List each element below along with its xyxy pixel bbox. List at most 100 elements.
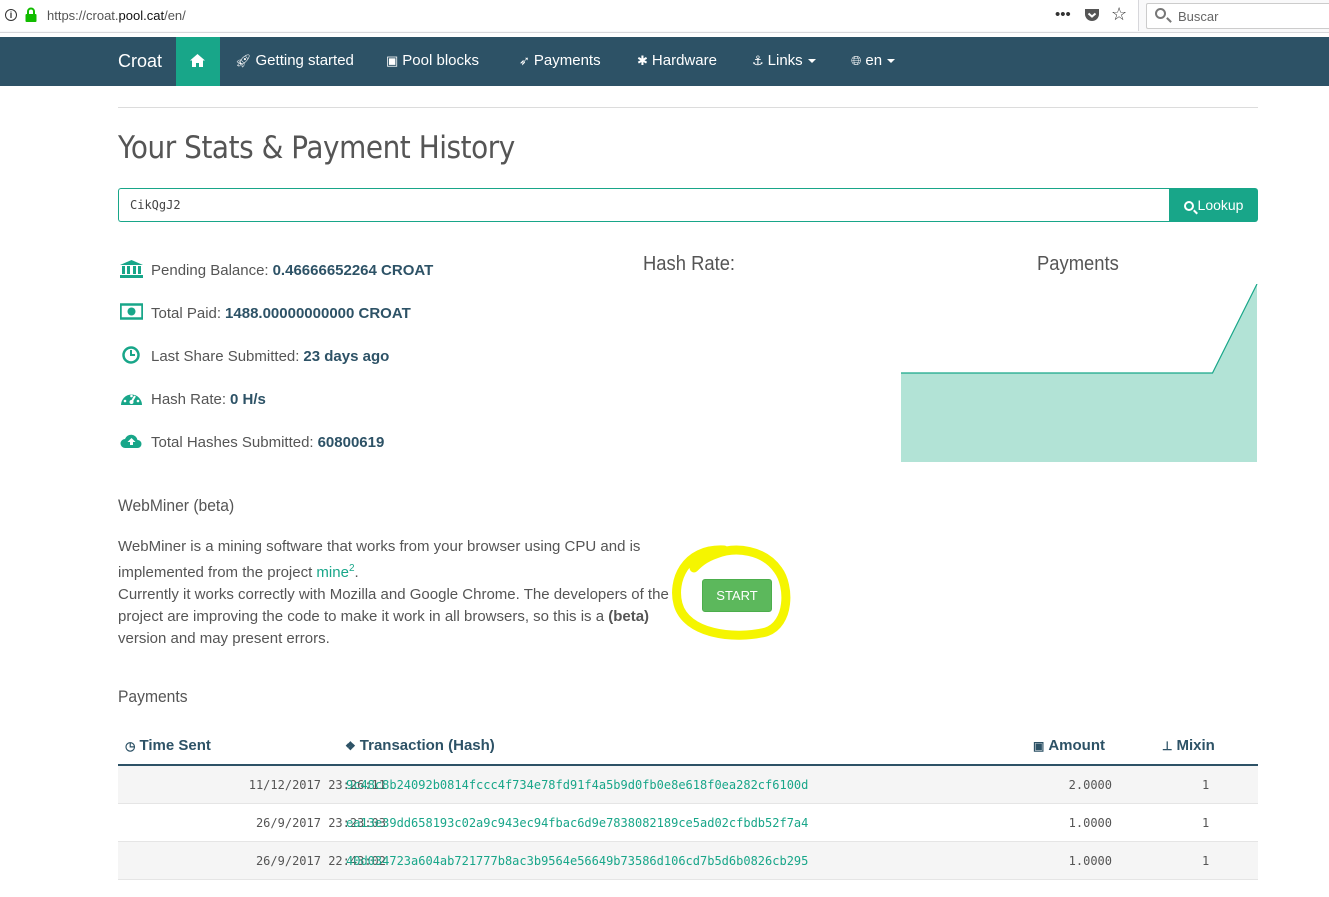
payments-heading: Payments	[118, 687, 188, 706]
home-icon	[190, 54, 205, 67]
search-placeholder: Buscar	[1178, 9, 1219, 24]
url-domain: pool.cat	[118, 8, 165, 23]
lookup-button-label: Lookup	[1197, 197, 1244, 213]
browser-toolbar: i https://croat.pool.cat/en/ ••• ☆ Busca…	[0, 0, 1329, 33]
bug-icon: ✱	[637, 53, 648, 68]
mine2-link[interactable]: mine2	[316, 563, 354, 581]
column-label: Mixin	[1176, 737, 1215, 754]
cell-mixin: 1	[1202, 778, 1210, 792]
rocket-icon: 🚀︎	[235, 53, 252, 68]
stat-pending-balance: Pending Balance: 0.46666652264 CROAT	[120, 260, 433, 279]
column-header-hash[interactable]: ❖ Transaction (Hash)	[345, 737, 495, 754]
cell-hash-link[interactable]: 40d034723a604ab721777b8ac3b9564e56649b73…	[346, 854, 808, 868]
address-bar[interactable]: i https://croat.pool.cat/en/ ••• ☆	[0, 0, 1139, 31]
bank-icon	[120, 260, 143, 278]
column-header-mixin[interactable]: ⊥ Mixin	[1162, 737, 1215, 754]
sitemap-icon: ⊥	[1162, 739, 1173, 753]
beta-label: (beta)	[608, 608, 650, 625]
cell-hash-link[interactable]: ea13e39dd658193c02a9c943ec94fbac6d9e7838…	[346, 816, 808, 830]
lookup-button[interactable]: Lookup	[1169, 188, 1258, 222]
main-navbar: Croat 🚀︎ Getting started ▣ Pool blocks ➶ Pa…	[0, 37, 1329, 86]
stat-label: Hash Rate:	[151, 391, 227, 408]
table-row: 26/9/2017 22:43:02 40d034723a604ab721777…	[118, 842, 1258, 880]
info-icon[interactable]: i	[5, 9, 17, 21]
webminer-text-3: Currently it works correctly with Mozill…	[118, 586, 669, 625]
stat-value: 23 days ago	[303, 348, 390, 365]
paw-icon: ❖	[345, 739, 356, 753]
table-row: 11/12/2017 23:26:11 9c48c8b24092b0814fcc…	[118, 766, 1258, 804]
table-row-partial	[118, 880, 1258, 897]
stat-last-share: Last Share Submitted: 23 days ago	[120, 346, 389, 365]
cubes-icon: ▣	[386, 53, 399, 68]
nav-label: Payments	[533, 52, 601, 69]
nav-home-button[interactable]	[176, 37, 220, 86]
webminer-text-1: WebMiner is a mining software that works…	[118, 538, 641, 581]
payments-line	[901, 284, 1258, 374]
search-icon	[1155, 8, 1166, 19]
payments-chart-title: Payments	[1037, 253, 1119, 275]
paper-plane-icon: ➶	[519, 53, 530, 68]
nav-links-dropdown[interactable]: ⚓︎ Links	[752, 52, 816, 69]
url-text[interactable]: https://croat.pool.cat/en/	[47, 8, 186, 23]
cloud-upload-icon	[120, 434, 142, 448]
nav-label: Getting started	[255, 52, 354, 69]
stat-label: Total Hashes Submitted:	[151, 434, 314, 451]
address-lookup-input[interactable]	[118, 188, 1170, 222]
stat-total-hashes: Total Hashes Submitted: 60800619	[120, 432, 384, 451]
clock-icon	[122, 346, 140, 364]
column-label: Amount	[1048, 737, 1105, 754]
start-mining-button[interactable]: START	[702, 579, 772, 612]
money-icon	[120, 303, 143, 320]
cell-mixin: 1	[1202, 854, 1210, 868]
cell-hash-link[interactable]: 9c48c8b24092b0814fccc4f734e78fd91f4a5b9d…	[346, 778, 808, 792]
nav-label: Hardware	[651, 52, 717, 69]
lock-icon	[25, 7, 37, 22]
url-prefix: https://croat.	[47, 8, 119, 23]
globe-icon: 🌐︎	[851, 53, 862, 68]
search-icon	[1183, 201, 1194, 211]
stat-value: 0 H/s	[230, 391, 266, 408]
table-row: 26/9/2017 23:23:03 ea13e39dd658193c02a9c…	[118, 804, 1258, 842]
stat-total-paid: Total Paid: 1488.00000000000 CROAT	[120, 303, 411, 322]
nav-label: Links	[767, 52, 803, 69]
cell-amount: 1.0000	[1068, 854, 1112, 868]
anchor-icon: ⚓︎	[752, 53, 764, 68]
payments-chart	[901, 284, 1258, 462]
clock-icon: ◷	[125, 739, 136, 753]
webminer-title: WebMiner (beta)	[118, 496, 235, 515]
url-path: /en/	[164, 8, 186, 23]
page-title: Your Stats & Payment History	[118, 130, 515, 166]
webminer-description: WebMiner is a mining software that works…	[118, 536, 673, 650]
column-label: Transaction (Hash)	[359, 737, 495, 754]
nav-pool-blocks[interactable]: ▣ Pool blocks	[386, 52, 479, 69]
stat-label: Total Paid:	[151, 305, 222, 322]
browser-search-input[interactable]: Buscar	[1146, 3, 1329, 29]
hash-rate-chart-title: Hash Rate:	[643, 253, 736, 275]
nav-payments[interactable]: ➶ Payments	[519, 52, 601, 69]
brand-link[interactable]: Croat	[118, 51, 162, 72]
nav-label: en	[865, 52, 883, 69]
bookmark-star-icon[interactable]: ☆	[1111, 5, 1127, 23]
nav-getting-started[interactable]: 🚀︎ Getting started	[235, 52, 354, 69]
divider	[118, 107, 1258, 108]
money-icon: ▣	[1033, 739, 1045, 753]
caret-down-icon	[887, 59, 896, 64]
more-actions-icon[interactable]: •••	[1055, 6, 1071, 24]
mine2-link-label: mine	[316, 564, 349, 581]
column-header-amount[interactable]: ▣ Amount	[1033, 737, 1105, 754]
nav-hardware[interactable]: ✱ Hardware	[637, 52, 717, 69]
cell-amount: 2.0000	[1068, 778, 1112, 792]
caret-down-icon	[807, 59, 816, 64]
stat-label: Pending Balance:	[151, 262, 269, 279]
dashboard-icon	[121, 394, 142, 405]
stat-label: Last Share Submitted:	[151, 348, 300, 365]
webminer-text-2: .	[354, 564, 359, 581]
column-label: Time Sent	[139, 737, 211, 754]
nav-label: Pool blocks	[402, 52, 480, 69]
stat-value: 60800619	[317, 434, 385, 451]
stat-value: 0.46666652264 CROAT	[272, 262, 434, 279]
column-header-time[interactable]: ◷ Time Sent	[125, 737, 211, 754]
pocket-icon[interactable]	[1084, 8, 1100, 23]
nav-language-dropdown[interactable]: 🌐︎ en	[851, 52, 896, 69]
cell-mixin: 1	[1202, 816, 1210, 830]
